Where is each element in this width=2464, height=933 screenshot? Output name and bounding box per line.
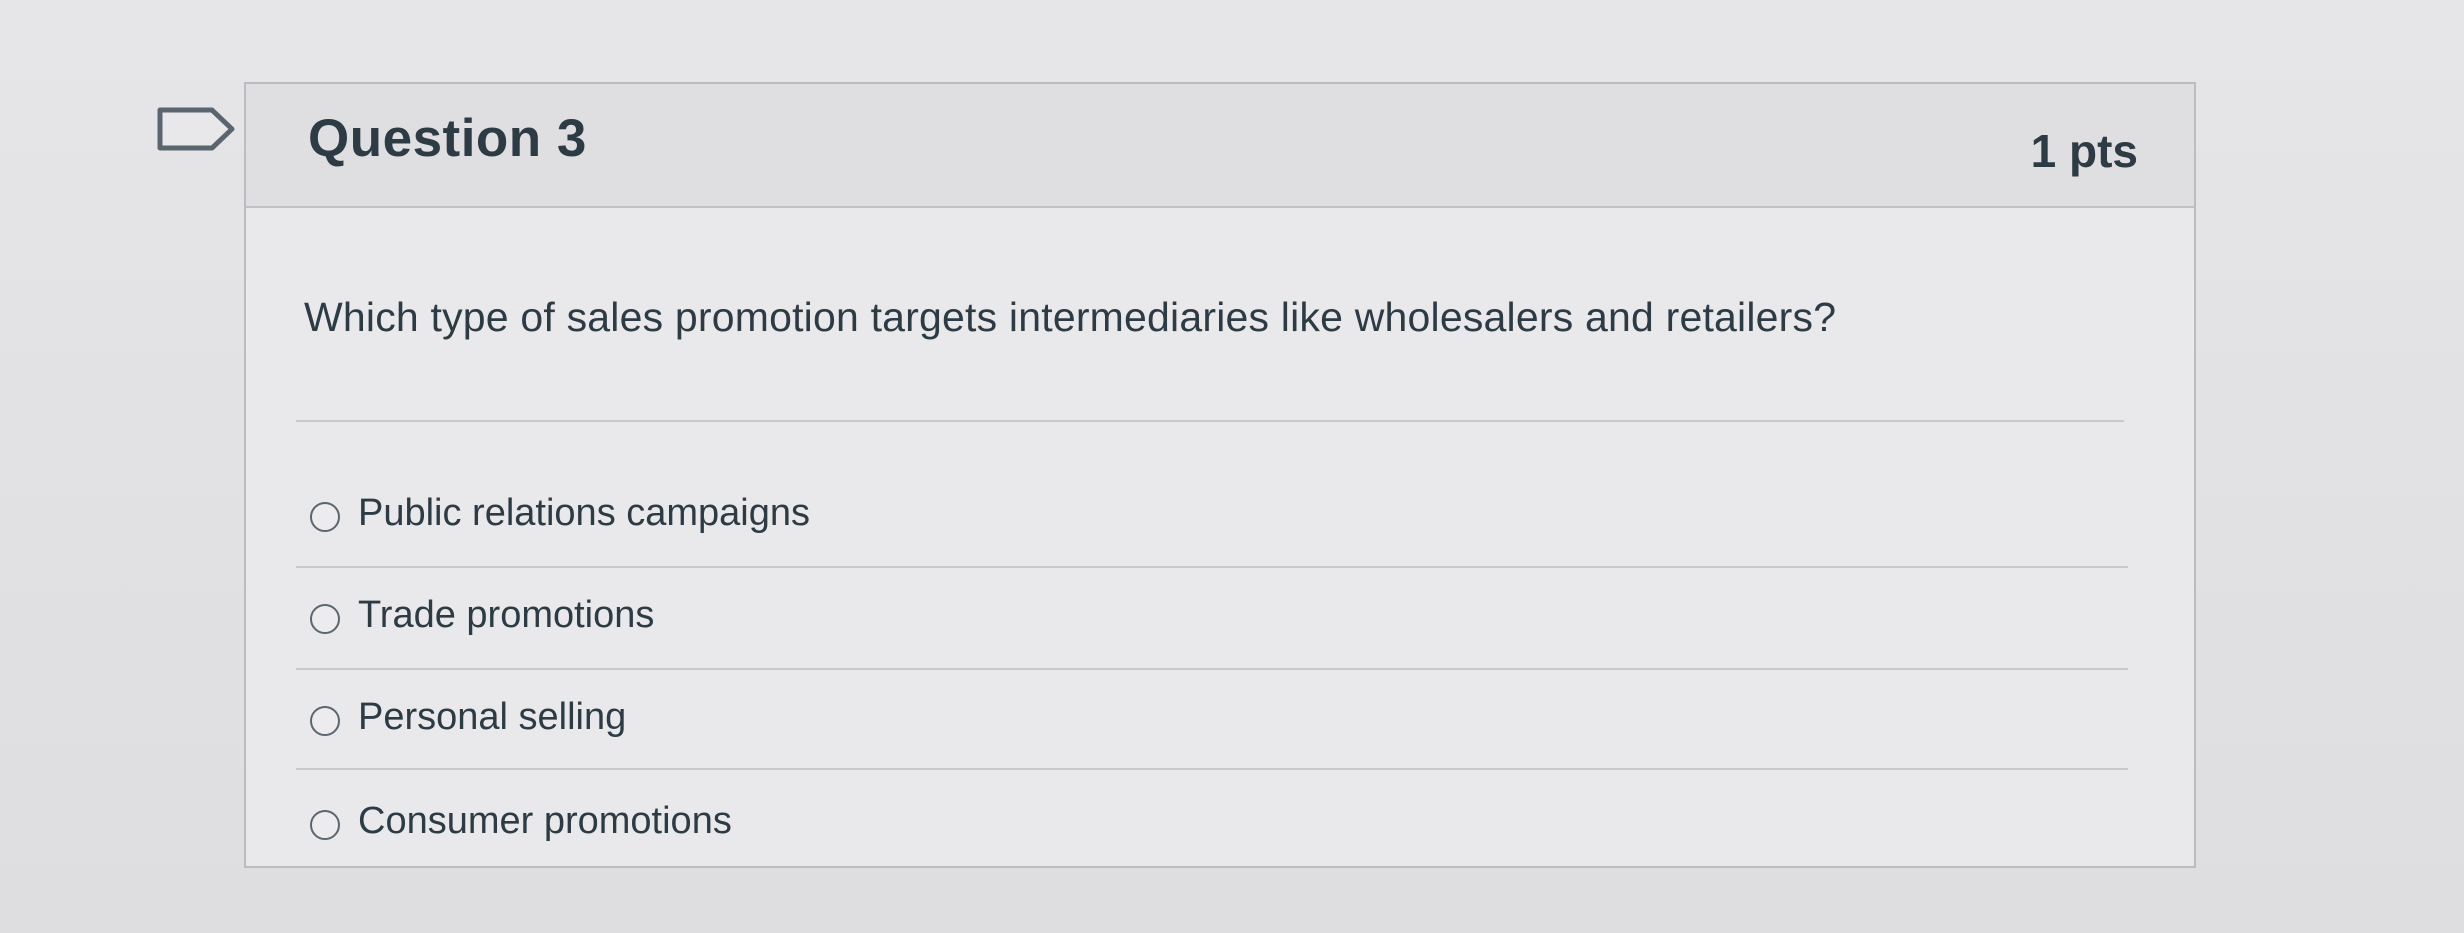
answers-divider bbox=[296, 420, 2124, 422]
answer-option[interactable]: Public relations campaigns bbox=[296, 470, 2128, 568]
question-header: Question 3 1 pts bbox=[246, 84, 2194, 208]
radio-button[interactable] bbox=[310, 604, 340, 634]
answer-label[interactable]: Public relations campaigns bbox=[358, 492, 810, 535]
answer-option[interactable]: Consumer promotions bbox=[296, 774, 2128, 872]
flag-question-icon[interactable] bbox=[156, 106, 240, 152]
question-points: 1 pts bbox=[2030, 125, 2138, 177]
radio-button[interactable] bbox=[310, 502, 340, 532]
question-card: Question 3 1 pts Which type of sales pro… bbox=[244, 82, 2196, 868]
answer-label[interactable]: Trade promotions bbox=[358, 594, 654, 637]
answer-option[interactable]: Personal selling bbox=[296, 672, 2128, 770]
radio-button[interactable] bbox=[310, 706, 340, 736]
answer-label[interactable]: Consumer promotions bbox=[358, 800, 732, 843]
radio-button[interactable] bbox=[310, 810, 340, 840]
question-text: Which type of sales promotion targets in… bbox=[304, 294, 1837, 340]
question-title: Question 3 bbox=[308, 109, 587, 168]
answer-option[interactable]: Trade promotions bbox=[296, 572, 2128, 670]
answer-label[interactable]: Personal selling bbox=[358, 696, 626, 739]
